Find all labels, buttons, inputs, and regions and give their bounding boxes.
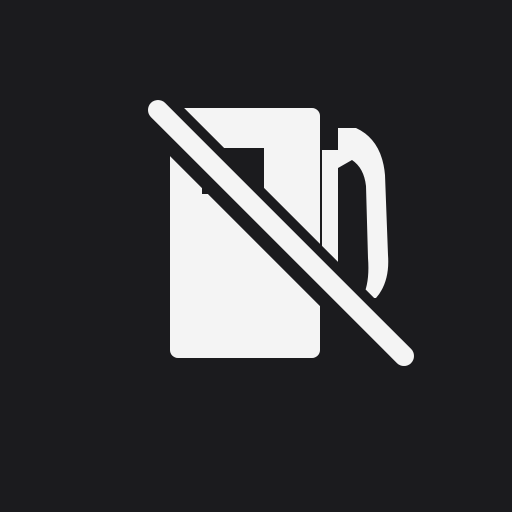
- no-fuel-button[interactable]: [0, 0, 512, 512]
- no-fuel-icon: [0, 0, 512, 512]
